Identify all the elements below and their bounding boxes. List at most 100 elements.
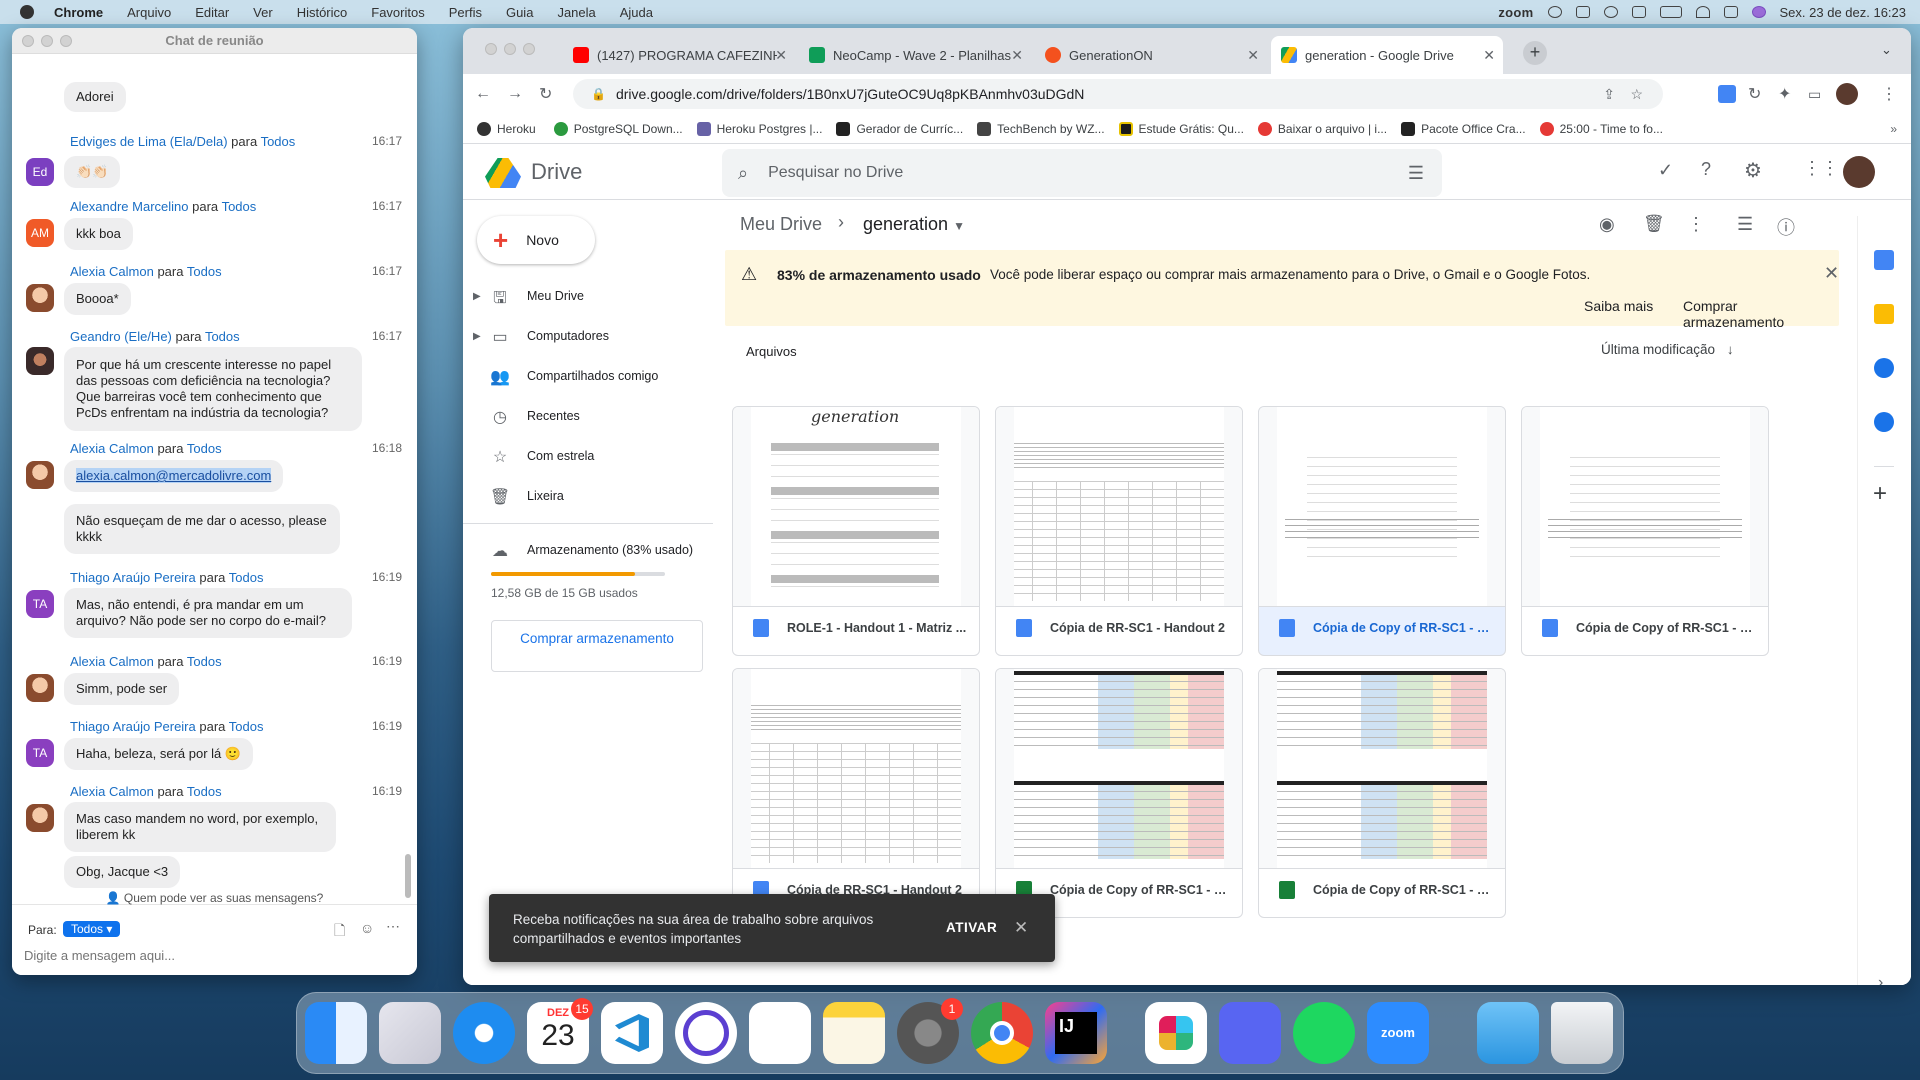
tab-sheets[interactable]: NeoCamp - Wave 2 - Planilhas ✕ [799,36,1031,74]
bookmark[interactable]: Pacote Office Cra... [1401,121,1526,136]
file-card[interactable]: Cópia de Copy of RR-SC1 - H... [1521,406,1769,656]
expand-icon[interactable]: ▶ [473,291,481,302]
menu-item-perfis[interactable]: Perfis [449,5,482,20]
expand-icon[interactable]: ▶ [473,331,481,342]
who-can-see-link[interactable]: 👤 Quem pode ver as suas mensagens? [12,891,417,905]
recipient-name[interactable]: Todos [261,134,296,149]
file-card[interactable]: Cópia de Copy of RR-SC1 - H... [1258,406,1506,656]
menu-item-ver[interactable]: Ver [253,5,273,20]
sender-name[interactable]: Alexia Calmon [70,654,154,669]
offline-check-icon[interactable]: ✓ [1658,160,1673,181]
breadcrumb-root[interactable]: Meu Drive [740,214,822,235]
chrome-icon[interactable] [971,1002,1033,1064]
apple-icon[interactable] [20,5,34,19]
search-input[interactable]: Pesquisar no Drive [768,164,903,182]
sender-name[interactable]: Edviges de Lima (Ela/Dela) [70,134,228,149]
new-button[interactable]: + Novo [477,216,595,264]
close-tab-icon[interactable]: ✕ [1247,47,1259,64]
calendar-addon-icon[interactable] [1874,250,1894,270]
intellij-icon[interactable]: IJ [1045,1002,1107,1064]
drive-logo-icon[interactable] [485,158,521,188]
more-actions-icon[interactable]: ⋮ [1687,214,1705,235]
menu-item-guia[interactable]: Guia [506,5,533,20]
bookmark[interactable]: Estude Grátis: Qu... [1118,121,1244,136]
more-icon[interactable]: ⋯ [386,918,400,935]
finder-icon[interactable] [305,1002,367,1064]
minimize-window-button[interactable] [41,35,53,47]
clock[interactable]: Sex. 23 de dez. 16:23 [1780,5,1906,20]
recipient-name[interactable]: Todos [187,654,222,669]
nav-computadores[interactable]: ▶ ▭ Computadores [473,320,609,352]
recipient-name[interactable]: Todos [187,441,222,456]
nav-recentes[interactable]: ◷ Recentes [477,400,580,432]
sender-name[interactable]: Alexia Calmon [70,784,154,799]
search-options-icon[interactable]: ☰ [1408,163,1424,184]
contacts-addon-icon[interactable] [1874,412,1894,432]
recipient-name[interactable]: Todos [222,199,257,214]
new-tab-button[interactable]: + [1523,41,1547,65]
slack-icon[interactable] [1145,1002,1207,1064]
reminders-icon[interactable] [749,1002,811,1064]
tray-icon[interactable] [1631,6,1646,18]
sender-name[interactable]: Alexia Calmon [70,264,154,279]
profile-avatar[interactable] [1836,83,1858,105]
close-tab-icon[interactable]: ✕ [1011,47,1023,64]
close-tab-icon[interactable]: ✕ [1483,47,1495,64]
nav-lixeira[interactable]: 🗑 Lixeira [477,480,564,512]
reload-icon[interactable]: ↻ [539,84,552,104]
webex-icon[interactable] [675,1002,737,1064]
close-tab-icon[interactable]: ✕ [775,47,787,64]
vscode-icon[interactable] [601,1002,663,1064]
file-card[interactable]: Cópia de Copy of RR-SC1 - H... [995,668,1243,918]
tab-youtube[interactable]: (1427) PROGRAMA CAFEZINHO ✕ [563,36,795,74]
search-icon[interactable]: ⌕ [738,163,748,184]
file-card[interactable]: Cópia de Copy of RR-SC1 - H... [1258,668,1506,918]
sender-name[interactable]: Geandro (Ele/He) [70,329,172,344]
zoom-icon[interactable]: zoom [1367,1002,1429,1064]
recipient-name[interactable]: Todos [205,329,240,344]
add-addon-icon[interactable]: + [1873,480,1887,508]
bookmark[interactable]: Baixar o arquivo | i... [1257,121,1387,136]
tray-icon[interactable] [1575,6,1590,18]
nav-com-estrela[interactable]: ☆ Com estrela [477,440,595,472]
tray-icon[interactable] [1603,6,1618,18]
control-center-icon[interactable] [1723,6,1738,18]
sort-control[interactable]: Última modificação ↓ [1601,342,1734,357]
bookmark[interactable]: TechBench by WZ... [977,121,1105,136]
preview-eye-icon[interactable]: ◉ [1599,214,1615,235]
zoom-status-label[interactable]: zoom [1498,5,1533,20]
launchpad-icon[interactable] [379,1002,441,1064]
minimize-window-button[interactable] [504,43,516,55]
bookmark[interactable]: Heroku [477,121,536,136]
recipient-dropdown[interactable]: Todos ▾ [63,921,121,937]
tab-google-drive[interactable]: generation - Google Drive ✕ [1271,36,1503,74]
apps-grid-icon[interactable]: ⋮⋮ [1803,158,1839,179]
close-window-button[interactable] [485,43,497,55]
close-window-button[interactable] [22,35,34,47]
file-card[interactable]: Cópia de RR-SC1 - Handout 2 [995,406,1243,656]
star-icon[interactable]: ☆ [1630,86,1643,103]
menu-item-historico[interactable]: Histórico [297,5,348,20]
buy-storage-link[interactable]: Comprar armazenamento [1683,298,1839,330]
recipient-name[interactable]: Todos [187,784,222,799]
list-view-icon[interactable]: ☰ [1737,214,1753,235]
downloads-folder-icon[interactable] [1477,1002,1539,1064]
keep-addon-icon[interactable] [1874,304,1894,324]
back-icon[interactable]: ← [475,85,491,103]
bookmark[interactable]: PostgreSQL Down... [553,121,683,136]
sender-name[interactable]: Alexandre Marcelino [70,199,189,214]
bookmark[interactable]: 25:00 - Time to fo... [1539,121,1663,136]
discord-icon[interactable] [1219,1002,1281,1064]
sender-name[interactable]: Thiago Araújo Pereira [70,719,196,734]
bookmark[interactable]: Gerador de Curríc... [836,121,963,136]
buy-storage-button[interactable]: Comprar armazenamento [491,620,703,672]
menu-item-favoritos[interactable]: Favoritos [371,5,424,20]
close-toast-icon[interactable]: ✕ [1014,918,1028,938]
search-bar[interactable]: ⌕ Pesquisar no Drive ☰ [722,149,1442,197]
sender-name[interactable]: Thiago Araújo Pereira [70,570,196,585]
breadcrumb-current[interactable]: generation ▼ [863,214,965,235]
menu-item-janela[interactable]: Janela [557,5,595,20]
expand-panel-icon[interactable]: › [1878,974,1883,985]
puzzle-icon[interactable]: ✦ [1778,84,1791,104]
bookmarks-overflow-icon[interactable]: » [1890,122,1897,136]
